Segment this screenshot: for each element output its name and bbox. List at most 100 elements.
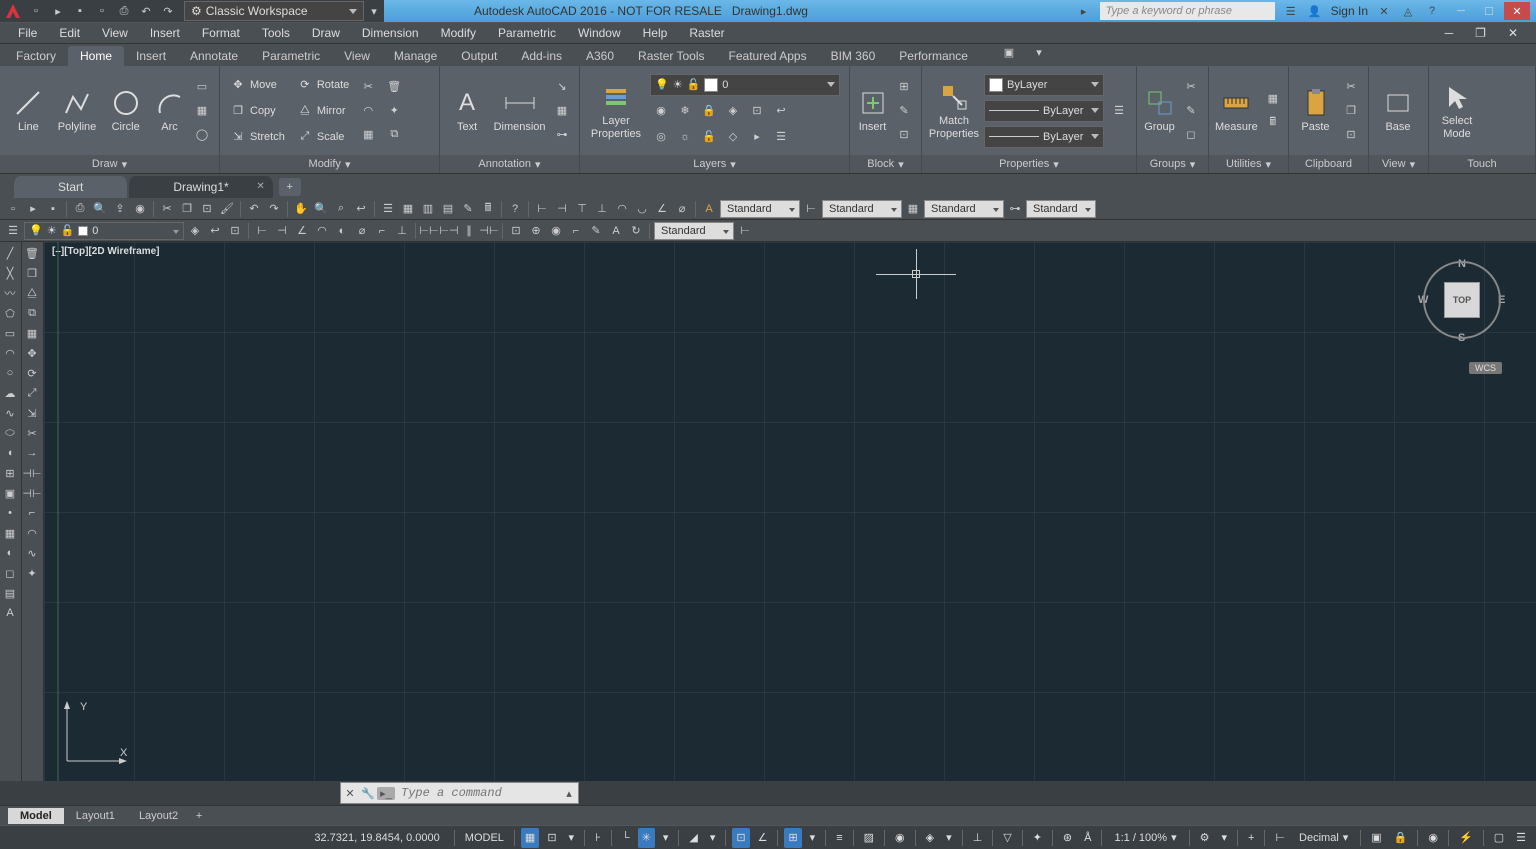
snap-menu-icon[interactable]: ▾ <box>565 828 579 848</box>
vt-array-icon[interactable]: ▦ <box>22 324 42 342</box>
coordinates-readout[interactable]: 32.7321, 19.8454, 0.0000 <box>314 832 447 844</box>
tb-continue-icon[interactable]: ⊢⊣ <box>440 222 458 240</box>
tb-zoomwin-icon[interactable]: ⌕ <box>332 200 350 218</box>
tab-addins[interactable]: Add-ins <box>509 46 574 66</box>
layout-add-button[interactable]: + <box>190 808 208 824</box>
tb-radius-icon[interactable]: ◐ <box>333 222 351 240</box>
panel-title-annotation[interactable]: Annotation ▾ <box>440 155 579 173</box>
vt-spline-icon[interactable]: ∿ <box>0 404 20 422</box>
layer-walk-icon[interactable]: ▸ <box>746 126 768 148</box>
viewcube-top[interactable]: TOP <box>1444 282 1480 318</box>
paste-special-icon[interactable]: ⊡ <box>1340 124 1362 146</box>
tb-ordinate-icon[interactable]: ⊥ <box>393 222 411 240</box>
circle-button[interactable]: Circle <box>103 71 148 151</box>
tb-preview-icon[interactable]: 🔍 <box>91 200 109 218</box>
tb-markup-icon[interactable]: ✎ <box>459 200 477 218</box>
layer-freeze-icon[interactable]: ❄ <box>674 100 696 122</box>
dimstyle2-dropdown[interactable]: Standard <box>654 222 734 240</box>
layer-properties-button[interactable]: Layer Properties <box>586 71 646 151</box>
viewcube[interactable]: N S W E TOP <box>1416 252 1506 352</box>
exchange-icon[interactable]: ✕ <box>1376 3 1392 19</box>
menu-edit[interactable]: Edit <box>49 24 90 42</box>
trim-icon[interactable]: ✂ <box>357 76 379 98</box>
vt-rect-icon[interactable]: ▭ <box>0 324 20 342</box>
command-input[interactable] <box>395 786 560 800</box>
vt-stretch-icon[interactable]: ⇲ <box>22 404 42 422</box>
vt-ellipsearc-icon[interactable]: ◖ <box>0 444 20 462</box>
tab-home[interactable]: Home <box>68 46 124 66</box>
fillet-icon[interactable]: ◠ <box>357 100 379 122</box>
open-icon[interactable]: ▸ <box>48 2 68 20</box>
match-properties-button[interactable]: Match Properties <box>928 71 980 151</box>
tab-performance[interactable]: Performance <box>887 46 980 66</box>
tb-dim2-icon[interactable]: ⊣ <box>553 200 571 218</box>
group-button[interactable]: Group <box>1143 71 1176 151</box>
tb-dc-icon[interactable]: ▦ <box>399 200 417 218</box>
tb-pan-icon[interactable]: ✋ <box>292 200 310 218</box>
panel-title-utilities[interactable]: Utilities ▾ <box>1209 155 1288 173</box>
annotation-monitor[interactable]: + <box>1244 828 1258 848</box>
layer-unisolate-icon[interactable]: ◇ <box>722 126 744 148</box>
table-icon[interactable]: ▦ <box>551 100 573 122</box>
mirror-button[interactable]: ⧋Mirror <box>293 100 353 122</box>
copy-clip-icon[interactable]: ❐ <box>1340 100 1362 122</box>
tb-mlstyle-icon[interactable]: ⊶ <box>1006 200 1024 218</box>
tb-dimstyle-icon[interactable]: ⊢ <box>802 200 820 218</box>
tb-dimedit-icon[interactable]: ✎ <box>587 222 605 240</box>
tab-manage[interactable]: Manage <box>382 46 449 66</box>
tb-layerprop-icon[interactable]: ☰ <box>4 222 22 240</box>
vt-scale-icon[interactable]: ⤢ <box>22 384 42 402</box>
units-dropdown[interactable]: Decimal ▾ <box>1293 831 1354 844</box>
cmdline-expand-icon[interactable]: ▴ <box>560 787 578 800</box>
tb-match-icon[interactable]: 🖌 <box>218 200 236 218</box>
tb-open-icon[interactable]: ▸ <box>24 200 42 218</box>
wcs-badge[interactable]: WCS <box>1469 362 1502 374</box>
paste-button[interactable]: Paste <box>1295 71 1336 151</box>
dimension-button[interactable]: Dimension <box>492 71 547 151</box>
snap-toggle[interactable]: ⊡ <box>543 828 560 848</box>
tab-featured-apps[interactable]: Featured Apps <box>717 46 819 66</box>
infocenter-icon[interactable]: ☰ <box>1283 3 1299 19</box>
tb-dimtedit-icon[interactable]: A <box>607 222 625 240</box>
ortho-toggle[interactable]: └ <box>618 828 634 848</box>
edit-block-icon[interactable]: ✎ <box>893 100 915 122</box>
panel-title-modify[interactable]: Modify ▾ <box>220 155 439 173</box>
tb-textstyle-icon[interactable]: A <box>700 200 718 218</box>
vt-block-icon[interactable]: ▣ <box>0 484 20 502</box>
dimstyle-dropdown[interactable]: Standard <box>822 200 902 218</box>
tab-raster-tools[interactable]: Raster Tools <box>626 46 716 66</box>
tb-jogged-icon[interactable]: ⌐ <box>373 222 391 240</box>
rectangle-icon[interactable]: ▭ <box>191 76 213 98</box>
undo-icon[interactable]: ↶ <box>136 2 156 20</box>
clean-screen[interactable]: ▢ <box>1490 828 1508 848</box>
gizmo-toggle[interactable]: ✦ <box>1029 828 1046 848</box>
panel-title-block[interactable]: Block ▾ <box>850 155 921 173</box>
tb-redo-icon[interactable]: ↷ <box>265 200 283 218</box>
lock-ui[interactable]: 🔒 <box>1390 828 1412 848</box>
stretch-button[interactable]: ⇲Stretch <box>226 126 289 148</box>
user-icon[interactable]: 👤 <box>1307 3 1323 19</box>
multileader-icon[interactable]: ⊶ <box>551 124 573 146</box>
tab-annotate[interactable]: Annotate <box>178 46 250 66</box>
tb-aligned-icon[interactable]: ⊣ <box>273 222 291 240</box>
menu-draw[interactable]: Draw <box>302 24 350 42</box>
create-block-icon[interactable]: ⊞ <box>893 76 915 98</box>
polar-menu-icon[interactable]: ▾ <box>659 828 673 848</box>
copy-button[interactable]: ❐Copy <box>226 100 289 122</box>
vt-hatch-icon[interactable]: ▦ <box>0 524 20 542</box>
tb-dim3-icon[interactable]: ⊤ <box>573 200 591 218</box>
tb-copy-icon[interactable]: ❐ <box>178 200 196 218</box>
move-button[interactable]: ✥Move <box>226 74 289 96</box>
vt-rotate-icon[interactable]: ⟳ <box>22 364 42 382</box>
tb-diameter-icon[interactable]: ⌀ <box>353 222 371 240</box>
tb-zoom-icon[interactable]: 🔍 <box>312 200 330 218</box>
3dosnap-toggle[interactable]: ◈ <box>922 828 938 848</box>
layer-lock-icon[interactable]: 🔒 <box>698 100 720 122</box>
filetab-drawing[interactable]: Drawing1*✕ <box>129 176 272 198</box>
hardware-accel[interactable]: ⚡ <box>1455 828 1477 848</box>
cmdline-close-icon[interactable]: ✕ <box>341 787 359 800</box>
vt-circle-icon[interactable]: ○ <box>0 364 20 382</box>
tb-dim8-icon[interactable]: ⌀ <box>673 200 691 218</box>
vt-pline-icon[interactable]: 〰 <box>0 284 20 302</box>
menu-format[interactable]: Format <box>192 24 250 42</box>
